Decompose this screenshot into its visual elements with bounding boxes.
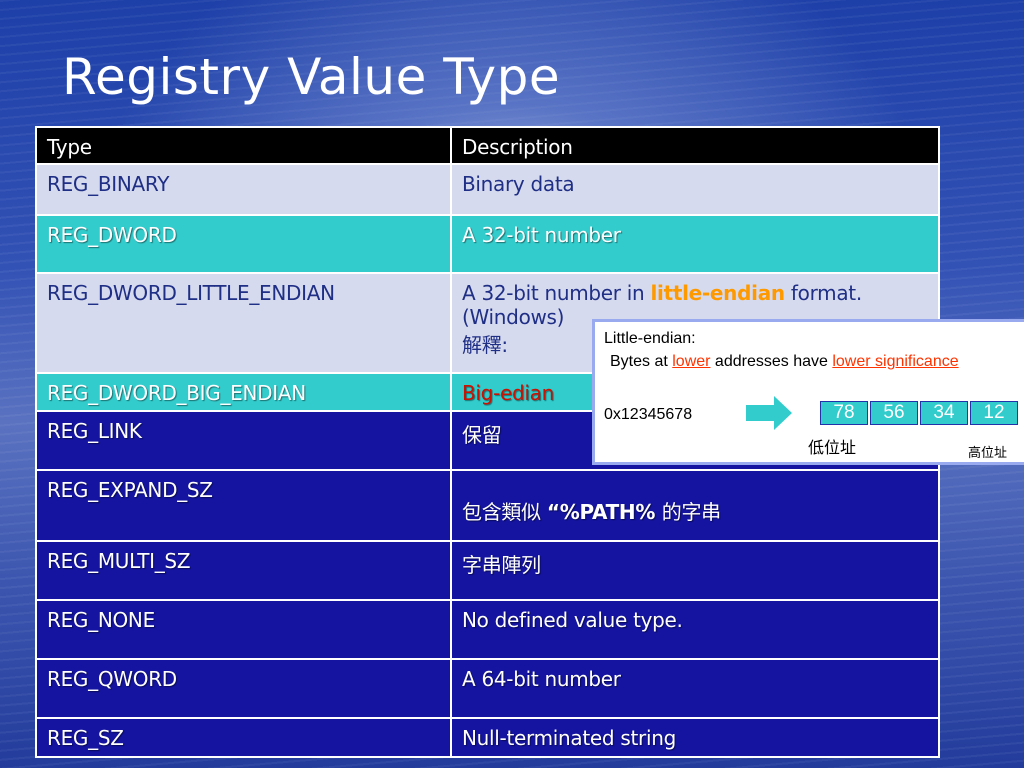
- right-arrow-icon: [746, 396, 792, 430]
- type-cell: REG_DWORD: [35, 214, 452, 274]
- type-cell: REG_DWORD_BIG_ENDIAN: [35, 372, 452, 412]
- table-row: REG_MULTI_SZ 字串陣列: [35, 540, 940, 601]
- description-cell: 字串陣列: [450, 540, 940, 601]
- description-cell: Binary data: [450, 163, 940, 216]
- callout-text-c: addresses have: [710, 353, 833, 370]
- table-row: REG_BINARY Binary data: [35, 163, 940, 216]
- little-endian-callout: Little-endian: Bytes at lower addresses …: [592, 319, 1024, 465]
- desc-line3: 解釋:: [462, 333, 508, 357]
- callout-explanation: Bytes at lower addresses have lower sign…: [610, 353, 959, 371]
- desc-mid: 包含類似 “%PATH% 的字串: [462, 478, 928, 525]
- slide-title: Registry Value Type: [62, 48, 561, 106]
- table-header-row: Type Description: [35, 126, 940, 165]
- header-description: Description: [450, 126, 940, 165]
- table-row: REG_QWORD A 64-bit number: [35, 658, 940, 719]
- desc-prefix: 包含類似: [462, 500, 547, 524]
- table-row: REG_DWORD A 32-bit number: [35, 214, 940, 274]
- desc-line2: (Windows): [462, 305, 565, 329]
- description-cell: No defined value type.: [450, 599, 940, 660]
- desc-bold: “%PATH%: [546, 500, 662, 524]
- type-cell: REG_BINARY: [35, 163, 452, 216]
- high-address-label: 高位址: [968, 445, 1008, 460]
- desc-prefix: A 32-bit number in: [462, 281, 651, 305]
- byte-cell: 34: [920, 401, 968, 425]
- description-cell: A 64-bit number: [450, 658, 940, 719]
- callout-highlight-significance: lower significance: [832, 353, 959, 370]
- type-cell: REG_EXPAND_SZ: [35, 469, 452, 542]
- byte-cell: 78: [820, 401, 868, 425]
- table-row: REG_SZ Null-terminated string: [35, 717, 940, 758]
- table-row: REG_EXPAND_SZ 包含類似 “%PATH% 的字串: [35, 469, 940, 542]
- low-address-label: 低位址: [808, 440, 857, 457]
- callout-highlight-lower: lower: [672, 353, 711, 370]
- description-cell: 包含類似 “%PATH% 的字串: [450, 469, 940, 542]
- desc-suffix: 的字串: [661, 500, 721, 524]
- desc-highlight: little-endian: [650, 281, 785, 305]
- hex-value: 0x12345678: [604, 406, 693, 423]
- byte-cell: 56: [870, 401, 918, 425]
- byte-cell: 12: [970, 401, 1018, 425]
- description-cell: Null-terminated string: [450, 717, 940, 758]
- header-type: Type: [35, 126, 452, 165]
- desc-suffix: format.: [784, 281, 862, 305]
- type-cell: REG_SZ: [35, 717, 452, 758]
- type-cell: REG_MULTI_SZ: [35, 540, 452, 601]
- type-cell: REG_DWORD_LITTLE_ENDIAN: [35, 272, 452, 374]
- type-cell: REG_NONE: [35, 599, 452, 660]
- type-cell: REG_LINK: [35, 410, 452, 471]
- callout-text-a: Bytes at: [610, 353, 673, 370]
- byte-sequence: 78 56 34 12: [820, 401, 1020, 425]
- type-cell: REG_QWORD: [35, 658, 452, 719]
- callout-heading: Little-endian:: [604, 330, 696, 347]
- desc-red: Big-edian: [462, 381, 554, 405]
- table-row: REG_NONE No defined value type.: [35, 599, 940, 660]
- description-cell: A 32-bit number: [450, 214, 940, 274]
